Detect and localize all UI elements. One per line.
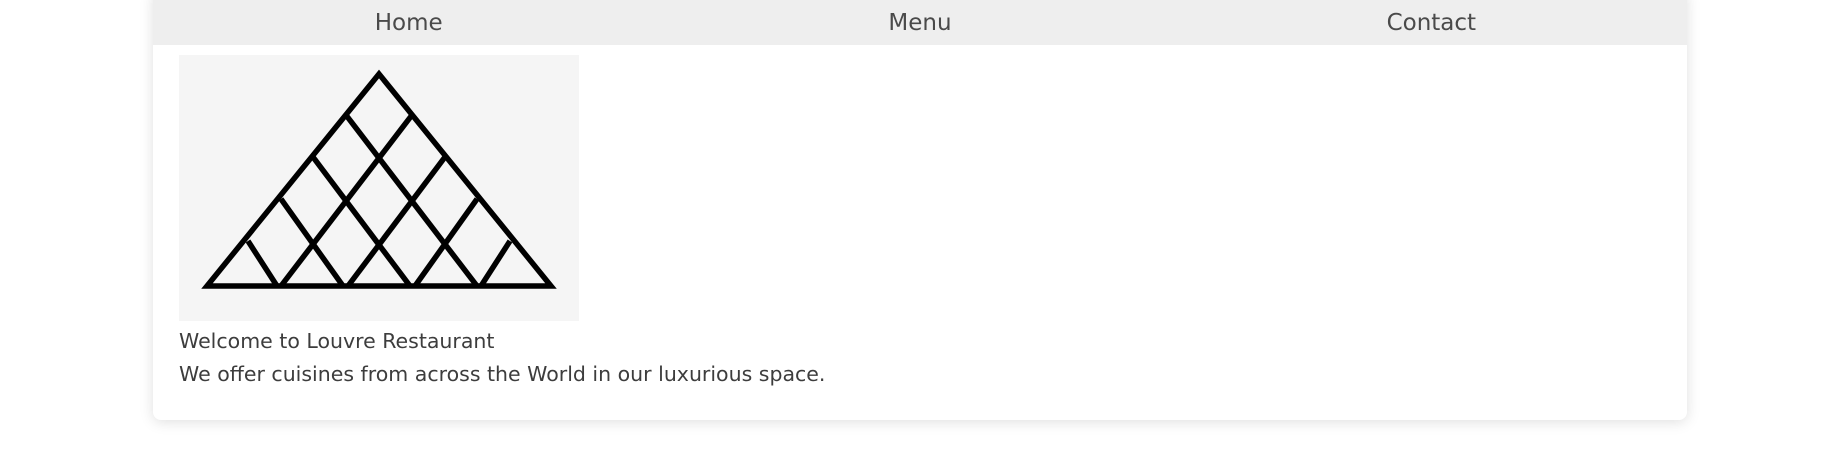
logo-container xyxy=(179,55,579,321)
welcome-description: We offer cuisines from across the World … xyxy=(179,362,826,386)
main-card: Home Menu Contact Welcome to Louvre Rest… xyxy=(153,0,1687,420)
louvre-pyramid-icon xyxy=(201,69,557,289)
welcome-title: Welcome to Louvre Restaurant xyxy=(179,329,495,353)
navbar: Home Menu Contact xyxy=(153,0,1687,45)
nav-item-menu[interactable]: Menu xyxy=(664,0,1175,45)
nav-item-contact[interactable]: Contact xyxy=(1176,0,1687,45)
nav-item-home[interactable]: Home xyxy=(153,0,664,45)
welcome-section: Welcome to Louvre Restaurant We offer cu… xyxy=(179,325,825,391)
